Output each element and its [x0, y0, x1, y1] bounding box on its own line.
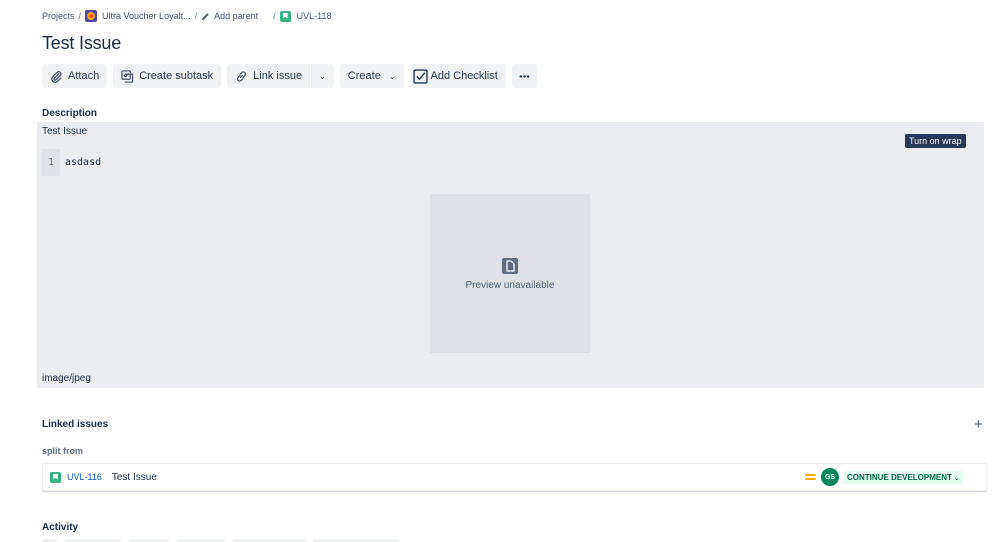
subtask-icon	[121, 69, 134, 83]
link-issue-button[interactable]: Link issue	[227, 64, 311, 88]
document-icon	[502, 257, 518, 274]
breadcrumb: Projects / Ultra Voucher Loyalt... / Add…	[42, 8, 332, 24]
story-icon	[50, 471, 61, 483]
attach-button[interactable]: Attach	[42, 64, 108, 88]
link-issue-label: Link issue	[253, 70, 303, 82]
create-button[interactable]: Create ⌄	[339, 64, 404, 88]
link-type-label: split from	[42, 446, 84, 456]
linked-issue-key[interactable]: UVL-116	[67, 472, 102, 482]
attach-label: Attach	[68, 70, 100, 82]
description-text: Test Issue	[42, 126, 88, 137]
breadcrumb-project[interactable]: Ultra Voucher Loyalt...	[85, 10, 191, 22]
link-issue-dropdown-button[interactable]: ⌄	[311, 64, 334, 88]
breadcrumb-separator: /	[194, 11, 198, 21]
create-label: Create	[347, 70, 381, 82]
preview-unavailable-text: Preview unavailable	[465, 279, 555, 291]
create-subtask-label: Create subtask	[139, 70, 214, 82]
linked-issue-row[interactable]: UVL-116 Test Issue GS CONTINUE DEVELOPME…	[42, 463, 987, 491]
chevron-down-icon: ⌄	[953, 474, 960, 482]
code-text: asdasd	[65, 157, 102, 168]
issue-toolbar: Attach Create subtask Link issue ⌄ Creat…	[42, 64, 543, 88]
breadcrumb-separator: /	[78, 11, 82, 21]
breadcrumb-issue-key: UVL-118	[296, 11, 332, 21]
chevron-down-icon: ⌄	[319, 71, 326, 81]
code-line-number: 1	[42, 149, 60, 176]
add-checklist-label: Add Checklist	[430, 70, 498, 82]
attachment-preview[interactable]: Preview unavailable	[430, 194, 590, 353]
add-linked-issue-button[interactable]: +	[974, 417, 983, 433]
add-parent-label: Add parent	[214, 11, 259, 21]
chevron-down-icon: ⌄	[388, 71, 396, 81]
link-icon	[237, 70, 247, 82]
description-heading: Description	[42, 108, 98, 119]
breadcrumb-separator: /	[273, 11, 276, 21]
breadcrumb-issue[interactable]: UVL-118	[279, 10, 332, 22]
priority-medium-icon	[805, 473, 816, 482]
checklist-icon	[412, 68, 428, 84]
status-label: CONTINUE DEVELOPMENT	[847, 473, 952, 482]
page-title[interactable]: Test Issue	[42, 33, 121, 54]
linked-issue-summary[interactable]: Test Issue	[112, 472, 157, 483]
create-subtask-button[interactable]: Create subtask	[113, 64, 222, 88]
breadcrumb-projects[interactable]: Projects	[42, 11, 75, 21]
pencil-icon	[201, 12, 209, 20]
paperclip-icon	[51, 70, 62, 83]
attachment-mime-type: image/jpeg	[42, 373, 91, 384]
status-dropdown[interactable]: CONTINUE DEVELOPMENT ⌄	[844, 471, 963, 484]
code-block: 1 asdasd	[42, 149, 101, 176]
more-icon	[519, 74, 530, 78]
story-icon	[279, 10, 291, 22]
project-avatar-icon	[85, 10, 98, 22]
assignee-avatar[interactable]: GS	[821, 468, 839, 486]
activity-heading: Activity	[42, 522, 79, 533]
more-actions-button[interactable]	[511, 64, 537, 88]
turn-on-wrap-button[interactable]: Turn on wrap	[905, 134, 966, 148]
breadcrumb-project-label: Ultra Voucher Loyalt...	[102, 11, 191, 21]
description-field[interactable]: Test Issue Turn on wrap 1 asdasd Preview…	[37, 122, 984, 388]
add-checklist-button[interactable]: Add Checklist	[409, 64, 506, 88]
linked-issues-heading: Linked issues	[42, 419, 109, 430]
add-parent-button[interactable]: Add parent	[201, 11, 258, 21]
